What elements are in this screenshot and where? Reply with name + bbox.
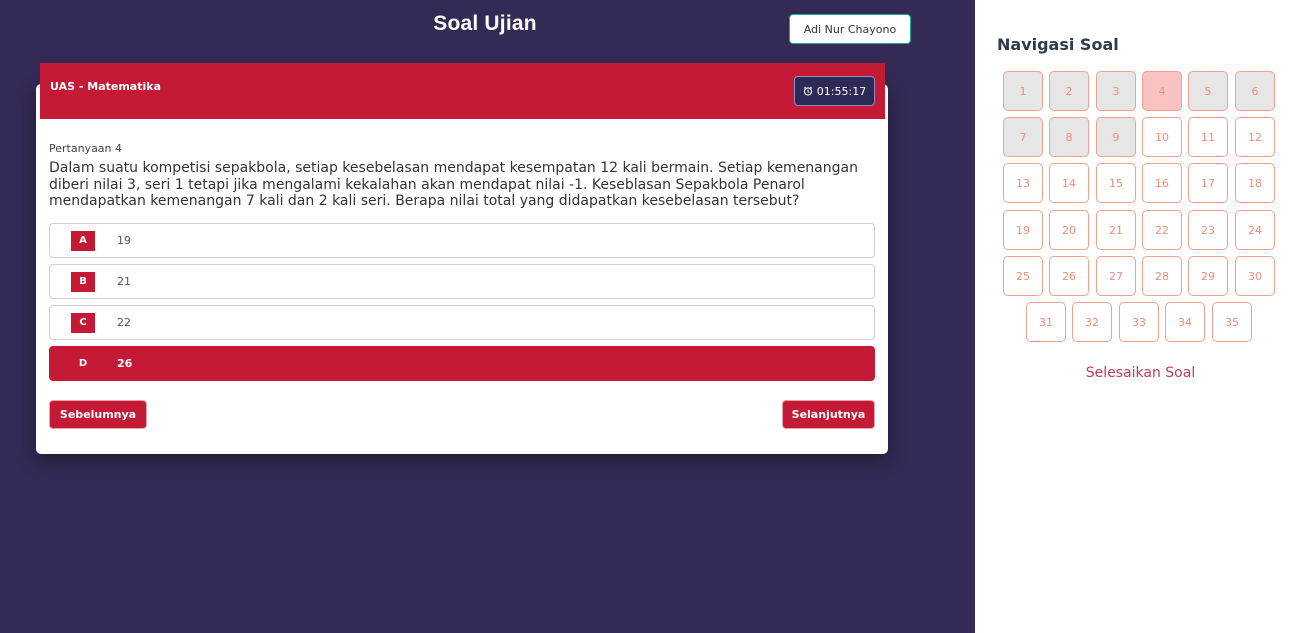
- option-b[interactable]: B 21: [49, 264, 875, 299]
- option-text: 22: [117, 316, 131, 329]
- nav-question-16[interactable]: 16: [1142, 163, 1182, 203]
- nav-question-32[interactable]: 32: [1072, 302, 1112, 342]
- nav-question-25[interactable]: 25: [1003, 256, 1043, 296]
- nav-question-20[interactable]: 20: [1049, 210, 1089, 250]
- option-text: 21: [117, 275, 131, 288]
- nav-question-27[interactable]: 27: [1096, 256, 1136, 296]
- nav-question-13[interactable]: 13: [1003, 163, 1043, 203]
- nav-question-23[interactable]: 23: [1188, 210, 1228, 250]
- nav-question-2[interactable]: 2: [1049, 71, 1089, 111]
- nav-question-30[interactable]: 30: [1235, 256, 1275, 296]
- nav-question-1[interactable]: 1: [1003, 71, 1043, 111]
- nav-question-14[interactable]: 14: [1049, 163, 1089, 203]
- user-button[interactable]: Adi Nur Chayono: [789, 14, 911, 44]
- nav-question-8[interactable]: 8: [1049, 117, 1089, 157]
- nav-question-35[interactable]: 35: [1212, 302, 1252, 342]
- nav-question-18[interactable]: 18: [1235, 163, 1275, 203]
- nav-question-7[interactable]: 7: [1003, 117, 1043, 157]
- nav-question-29[interactable]: 29: [1188, 256, 1228, 296]
- nav-question-10[interactable]: 10: [1142, 117, 1182, 157]
- option-d[interactable]: D 26: [49, 346, 875, 381]
- next-button[interactable]: Selanjutnya: [782, 400, 875, 429]
- timer: 01:55:17: [794, 76, 875, 106]
- nav-question-5[interactable]: 5: [1188, 71, 1228, 111]
- timer-value: 01:55:17: [816, 84, 867, 98]
- nav-question-11[interactable]: 11: [1188, 117, 1228, 157]
- option-letter: C: [71, 312, 95, 333]
- nav-question-22[interactable]: 22: [1142, 210, 1182, 250]
- option-c[interactable]: C 22: [49, 305, 875, 340]
- nav-question-9[interactable]: 9: [1096, 117, 1136, 157]
- option-a[interactable]: A 19: [49, 223, 875, 258]
- question-text: Dalam suatu kompetisi sepakbola, setiap …: [49, 160, 858, 209]
- option-letter: A: [71, 230, 95, 251]
- nav-question-6[interactable]: 6: [1235, 71, 1275, 111]
- option-text: 19: [117, 234, 131, 247]
- nav-question-15[interactable]: 15: [1096, 163, 1136, 203]
- nav-question-17[interactable]: 17: [1188, 163, 1228, 203]
- nav-question-21[interactable]: 21: [1096, 210, 1136, 250]
- nav-question-34[interactable]: 34: [1165, 302, 1205, 342]
- finish-button[interactable]: Selesaikan Soal: [975, 365, 1306, 381]
- exam-title: UAS - Matematika: [50, 80, 161, 93]
- nav-question-24[interactable]: 24: [1235, 210, 1275, 250]
- navigation-title: Navigasi Soal: [997, 35, 1119, 54]
- nav-question-3[interactable]: 3: [1096, 71, 1136, 111]
- nav-question-26[interactable]: 26: [1049, 256, 1089, 296]
- main-area: Soal Ujian Adi Nur Chayono UAS - Matemat…: [0, 0, 975, 633]
- exam-header: UAS - Matematika 01:55:17: [40, 63, 885, 119]
- navigation-sidebar: Navigasi Soal 1 2 3 4 5 6 7 8 9 10 11 12 13 14 15 16 17 1…: [975, 0, 1306, 633]
- nav-question-4[interactable]: 4: [1142, 71, 1182, 111]
- prev-button[interactable]: Sebelumnya: [49, 400, 147, 429]
- nav-question-31[interactable]: 31: [1026, 302, 1066, 342]
- nav-question-12[interactable]: 12: [1235, 117, 1275, 157]
- alarm-clock-icon: [803, 86, 812, 96]
- option-letter: B: [71, 271, 95, 292]
- option-text: 26: [117, 357, 133, 370]
- nav-question-19[interactable]: 19: [1003, 210, 1043, 250]
- nav-question-33[interactable]: 33: [1119, 302, 1159, 342]
- nav-question-28[interactable]: 28: [1142, 256, 1182, 296]
- option-letter: D: [71, 353, 95, 374]
- question-number: Pertanyaan 4: [49, 142, 123, 155]
